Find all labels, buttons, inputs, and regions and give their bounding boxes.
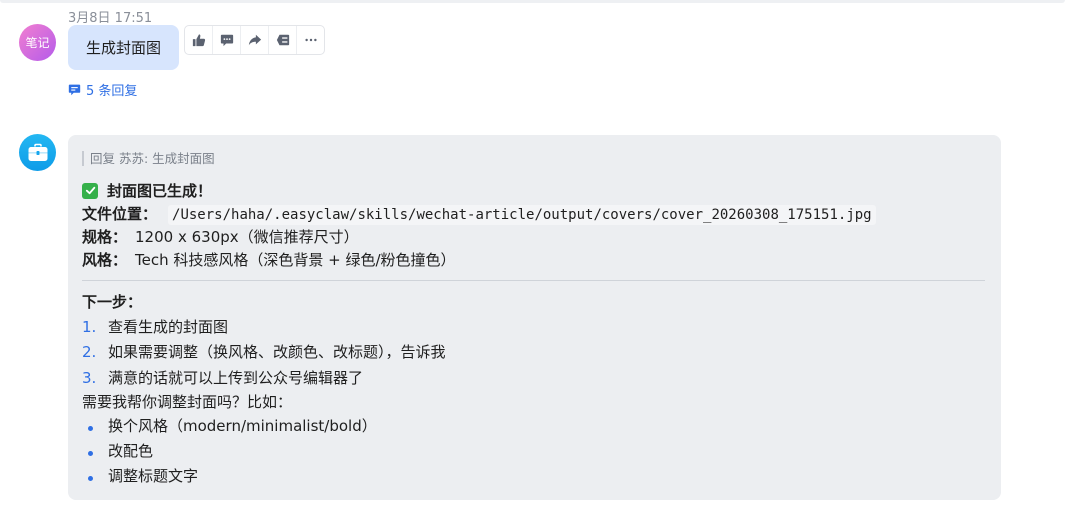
spec-row: 规格： 1200 x 630px（微信推荐尺寸）	[82, 227, 359, 247]
step-text: 查看生成的封面图	[108, 318, 229, 336]
quote-button[interactable]	[268, 26, 296, 54]
reply-bubble-icon	[68, 84, 81, 96]
more-icon	[304, 38, 317, 42]
file-path-code[interactable]: /Users/haha/.easyclaw/skills/wechat-arti…	[168, 205, 876, 225]
reply-count-label: 5 条回复	[86, 84, 138, 99]
step-number: 1.	[82, 318, 97, 336]
thumbs-up-button[interactable]	[185, 26, 212, 54]
bot-reply-card: 回复 苏苏: 生成封面图 封面图已生成！ 文件位置： /Users/haha/.e…	[68, 135, 1001, 500]
spec-value: 1200 x 630px（微信推荐尺寸）	[135, 228, 359, 246]
step-text: 满意的话就可以上传到公众号编辑器了	[108, 369, 364, 387]
message-timestamp: 3月8日 17:51	[68, 11, 153, 26]
step-item: 1. 查看生成的封面图	[82, 317, 228, 337]
step-number: 2.	[82, 343, 97, 361]
step-item: 3. 满意的话就可以上传到公众号编辑器了	[82, 368, 363, 388]
spec-label: 规格：	[82, 228, 128, 246]
thread-replies-link[interactable]: 5 条回复	[68, 80, 137, 99]
option-item: 改配色	[82, 441, 153, 461]
step-text: 如果需要调整（换风格、改颜色、改标题），告诉我	[108, 343, 446, 361]
reply-quote: 回复 苏苏: 生成封面图	[82, 151, 215, 166]
option-text: 换个风格（modern/minimalist/bold）	[108, 417, 377, 435]
thumbs-up-icon	[192, 34, 205, 47]
comment-button[interactable]	[212, 26, 240, 54]
user-message-text: 生成封面图	[85, 39, 161, 57]
file-location-row: 文件位置： /Users/haha/.easyclaw/skills/wechat…	[82, 204, 876, 225]
more-button[interactable]	[296, 26, 324, 54]
next-steps-title: 下一步：	[82, 293, 143, 311]
forward-icon	[248, 34, 261, 46]
file-location-label: 文件位置：	[82, 205, 158, 223]
follow-up-question: 需要我帮你调整封面吗？比如：	[82, 393, 293, 411]
option-text: 调整标题文字	[108, 467, 199, 485]
step-item: 2. 如果需要调整（换风格、改颜色、改标题），告诉我	[82, 342, 446, 362]
quote-icon	[276, 34, 289, 46]
user-avatar[interactable]: 笔记	[19, 24, 56, 61]
message-action-toolbar	[184, 25, 325, 55]
bot-avatar[interactable]	[19, 134, 56, 171]
option-item: 调整标题文字	[82, 466, 198, 486]
option-text: 改配色	[108, 442, 154, 460]
comment-icon	[220, 34, 233, 47]
style-row: 风格： Tech 科技感风格（深色背景 + 绿色/粉色撞色）	[82, 250, 456, 270]
section-divider	[82, 280, 985, 281]
step-number: 3.	[82, 369, 97, 387]
briefcase-icon	[28, 143, 47, 161]
forward-button[interactable]	[240, 26, 268, 54]
style-label: 风格：	[82, 251, 128, 269]
style-value: Tech 科技感风格（深色背景 + 绿色/粉色撞色）	[135, 251, 456, 269]
previous-message-edge	[0, 0, 1065, 3]
check-mark-icon	[82, 182, 98, 199]
option-item: 换个风格（modern/minimalist/bold）	[82, 416, 377, 436]
headline-text: 封面图已生成！	[107, 182, 213, 200]
avatar-label: 笔记	[25, 36, 50, 50]
user-message-bubble[interactable]: 生成封面图	[68, 25, 179, 70]
reply-headline: 封面图已生成！	[82, 180, 212, 201]
